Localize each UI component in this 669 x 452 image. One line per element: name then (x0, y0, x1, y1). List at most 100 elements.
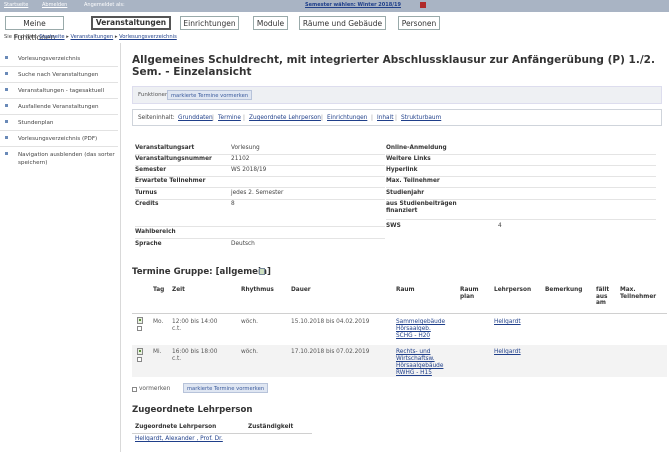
table-header-bemerkung: Bemerkung (545, 287, 583, 293)
sidebar-item-tagesaktuell[interactable]: Veranstaltungen - tagesaktuell (0, 85, 118, 99)
functions-label: Funktionen: (138, 92, 171, 98)
nav-meine-funktionen[interactable]: Meine Funktionen (5, 16, 64, 42)
sidebar-item-navigation-ausblenden[interactable]: Navigation ausblenden (das sorter speich… (0, 149, 118, 175)
cell-dauer: 15.10.2018 bis 04.02.2019 (291, 319, 370, 325)
divider (386, 199, 656, 200)
sidebar-item-suche[interactable]: Suche nach Veranstaltungen (0, 69, 118, 83)
select-all-checkbox[interactable] (132, 387, 137, 392)
section-separator: | (395, 115, 397, 121)
nav-personen[interactable]: Personen (398, 16, 440, 30)
bullet-icon (5, 104, 8, 107)
sidebar-item-label: Suche nach Veranstaltungen (18, 72, 99, 78)
bullet-icon (5, 120, 8, 123)
sidebar-item-pdf[interactable]: Vorlesungsverzeichnis (PDF) (0, 133, 118, 147)
divider (135, 165, 385, 166)
nav-raeume-und-gebaeude[interactable]: Räume und Gebäude (299, 16, 386, 30)
detail-value: jedes 2. Semester (231, 190, 284, 196)
detail-key: SWS (386, 223, 401, 229)
sidebar-item-label: Veranstaltungen - tagesaktuell (18, 88, 105, 94)
detail-key: Studienjahr (386, 190, 425, 196)
breadcrumb-separator-icon: ▸ (66, 34, 69, 40)
detail-key: Erwartete Teilnehmer (135, 178, 206, 184)
topbar-startseite-link[interactable]: Startseite (4, 2, 28, 8)
topbar-badge (420, 2, 426, 8)
bullet-icon (5, 72, 8, 75)
sidebar-item-vorlesungsverzeichnis[interactable]: Vorlesungsverzeichnis (0, 53, 118, 67)
bullet-icon (5, 88, 8, 91)
calendar-icon[interactable] (137, 348, 143, 355)
detail-value: WS 2018/19 (231, 167, 267, 173)
nav-einrichtungen[interactable]: Einrichtungen (180, 16, 239, 30)
breadcrumb-vorlesungsverzeichnis[interactable]: Vorlesungsverzeichnis (119, 34, 177, 40)
divider (135, 187, 385, 188)
vormerken-button-bottom[interactable]: markierte Termine vormerken (183, 383, 269, 393)
topbar-semester-link[interactable]: Semester wählen: Winter 2018/19 (305, 2, 401, 8)
cell-lehrperson-link[interactable]: Hellgardt (494, 319, 521, 326)
calendar-icon[interactable] (259, 268, 265, 275)
detail-value: 8 (231, 201, 235, 207)
row-checkbox[interactable] (137, 326, 142, 331)
main-navigation: Meine Funktionen Veranstaltungen Einrich… (0, 16, 669, 42)
divider (386, 219, 656, 220)
cell-raum-link[interactable]: SCHG - H20 (396, 333, 430, 340)
divider (386, 187, 656, 188)
nav-module[interactable]: Module (253, 16, 288, 30)
cell-raum-link[interactable]: Rechts- und (396, 349, 430, 356)
section-link-strukturbaum[interactable]: Strukturbaum (401, 115, 441, 121)
sidebar-item-stundenplan[interactable]: Stundenplan (0, 117, 118, 131)
detail-value: Vorlesung (231, 145, 260, 151)
detail-value: 4 (498, 223, 502, 229)
breadcrumb-veranstaltungen[interactable]: Veranstaltungen (70, 34, 113, 40)
breadcrumb-startseite[interactable]: Startseite (39, 34, 64, 40)
cell-zeit: 16:00 bis 18:00 (172, 349, 218, 355)
detail-value: 21102 (231, 156, 250, 162)
vormerken-label: vormerken (139, 386, 171, 392)
section-link-termine[interactable]: Termine (218, 115, 241, 121)
table-header-raumplan: Raum plan (460, 287, 479, 300)
detail-value: Deutsch (231, 241, 255, 247)
page-sections-bar: Seiteninhalt: Grunddaten | Termine | Zug… (132, 109, 662, 126)
detail-key: Veranstaltungsnummer (135, 156, 212, 162)
section-separator: | (371, 115, 373, 121)
sidebar-item-ausfallende[interactable]: Ausfallende Veranstaltungen (0, 101, 118, 115)
vormerken-button[interactable]: markierte Termine vormerken (167, 90, 253, 100)
divider (135, 154, 385, 155)
detail-key: Veranstaltungsart (135, 145, 195, 151)
cell-raum-link[interactable]: Wirtschaftsw. (396, 356, 435, 363)
cell-tag: Mo. (153, 319, 164, 325)
cell-zeit: 12:00 bis 14:00 (172, 319, 218, 325)
cell-raum-link[interactable]: Hörsaalgeb. (396, 326, 431, 333)
bullet-icon (5, 56, 8, 59)
divider (386, 165, 656, 166)
cell-rhythmus: wöch. (241, 319, 258, 325)
cell-lehrperson-link[interactable]: Hellgardt (494, 349, 521, 356)
table-header-zustaendigkeit: Zuständigkeit (248, 424, 294, 430)
section-link-grunddaten[interactable]: Grunddaten (178, 115, 213, 121)
detail-key: Weitere Links (386, 156, 431, 162)
cell-zeit-ct: c.t. (172, 356, 182, 362)
table-header-dauer: Dauer (291, 287, 311, 293)
cell-raum-link[interactable]: Sammelgebäude (396, 319, 445, 326)
row-checkbox[interactable] (137, 357, 142, 362)
termine-title: Termine Gruppe: [allgemein] (132, 267, 271, 277)
section-link-lehrperson[interactable]: Zugeordnete Lehrperson (249, 115, 321, 121)
sidebar-item-label: Stundenplan (18, 120, 54, 126)
nav-veranstaltungen[interactable]: Veranstaltungen (91, 16, 171, 30)
table-header-raum: Raum (396, 287, 415, 293)
cell-raum-link[interactable]: RWHG - H15 (396, 370, 432, 377)
detail-key: Max. Teilnehmer (386, 178, 440, 184)
calendar-icon[interactable] (137, 317, 143, 324)
section-link-einrichtungen[interactable]: Einrichtungen (327, 115, 367, 121)
divider (135, 176, 385, 177)
breadcrumb: Sie sind hier: Startseite ▸ Veranstaltun… (4, 34, 177, 40)
topbar-abmelden-link[interactable]: Abmelden (42, 2, 67, 8)
divider (135, 238, 385, 239)
section-link-inhalt[interactable]: Inhalt (377, 115, 394, 121)
detail-key: Sprache (135, 241, 162, 247)
lehrperson-link[interactable]: Hellgardt, Alexander , Prof. Dr. (135, 436, 223, 443)
lehrperson-title: Zugeordnete Lehrperson (132, 405, 253, 415)
cell-tag: Mi. (153, 349, 162, 355)
table-header-zeit: Zeit (172, 287, 185, 293)
sidebar-item-label: Ausfallende Veranstaltungen (18, 104, 99, 110)
cell-raum-link[interactable]: Hörsaalgebäude (396, 363, 443, 370)
